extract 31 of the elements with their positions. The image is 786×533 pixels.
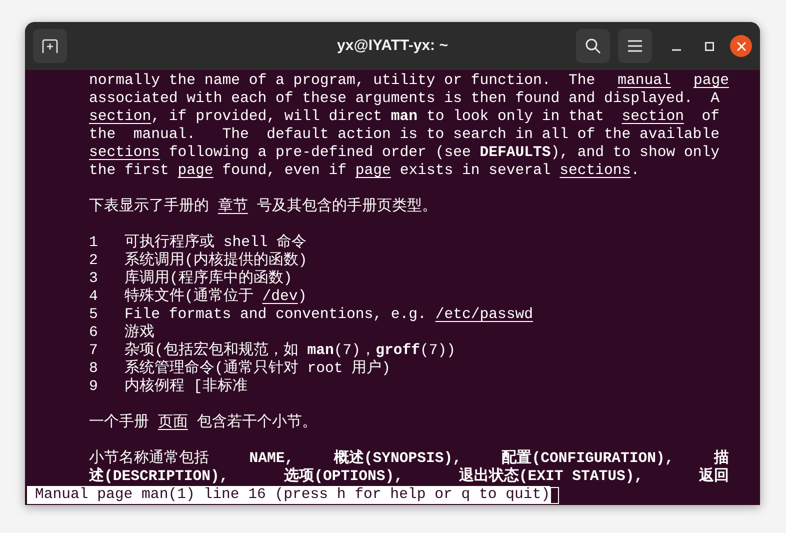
menu-button[interactable] — [618, 29, 652, 63]
new-tab-icon — [42, 39, 58, 53]
terminal-line: sections following a pre-defined order (see DEFAULTS), and to show only — [88, 144, 720, 162]
terminal-line: 一个手册 页面 包含若干个小节。 — [88, 414, 318, 432]
terminal-line: the first page found, even if page exists in several sections. — [88, 162, 641, 180]
menu-icon — [628, 40, 642, 52]
terminal-line: 5 File formats and conventions, e.g. /etc/passwd — [88, 306, 534, 324]
terminal-line: 3 库调用(程序库中的函数) — [88, 270, 294, 288]
terminal-line: 小节名称通常包括 NAME, 概述(SYNOPSIS), 配置(CONFIGURATION), 描 — [89, 450, 729, 467]
close-icon — [736, 42, 746, 50]
terminal-line: 4 特殊文件(通常位于 /dev) — [88, 288, 308, 306]
terminal-line: 8 系统管理命令(通常只针对 root 用户) — [88, 360, 392, 378]
terminal-line: section, if provided, will direct man to look only in that section of — [88, 108, 720, 126]
window-title: yx@IYATT-yx: ~ — [337, 36, 448, 56]
terminal-line: 述(DESCRIPTION), 选项(OPTIONS), 退出状态(EXIT STATUS), 返回 — [89, 468, 729, 486]
minimize-icon — [672, 48, 680, 50]
terminal-line: 7 杂项(包括宏包和规范，如 man(7)，groff(7)) — [88, 342, 456, 360]
maximize-icon — [704, 42, 714, 50]
terminal-line: 6 游戏 — [88, 324, 156, 342]
search-button[interactable] — [576, 29, 610, 63]
close-button[interactable] — [730, 35, 752, 57]
terminal-line: 9 内核例程 [非标准 — [88, 378, 248, 396]
terminal-line: associated with each of these arguments is then found and displayed. A — [88, 90, 720, 108]
terminal-line: the manual. The default action is to search in all of the available — [88, 126, 720, 144]
terminal-line: normally the name of a program, utility or function. The manual page — [89, 72, 729, 90]
text-cursor — [550, 486, 560, 504]
terminal-line: 1 可执行程序或 shell 命令 — [88, 234, 308, 252]
search-icon — [585, 38, 601, 54]
new-tab-button[interactable] — [33, 29, 67, 63]
terminal-line: 2 系统调用(内核提供的函数) — [88, 252, 308, 269]
terminal-line: 下表显示了手册的 章节 号及其包含的手册页类型。 — [88, 198, 438, 216]
